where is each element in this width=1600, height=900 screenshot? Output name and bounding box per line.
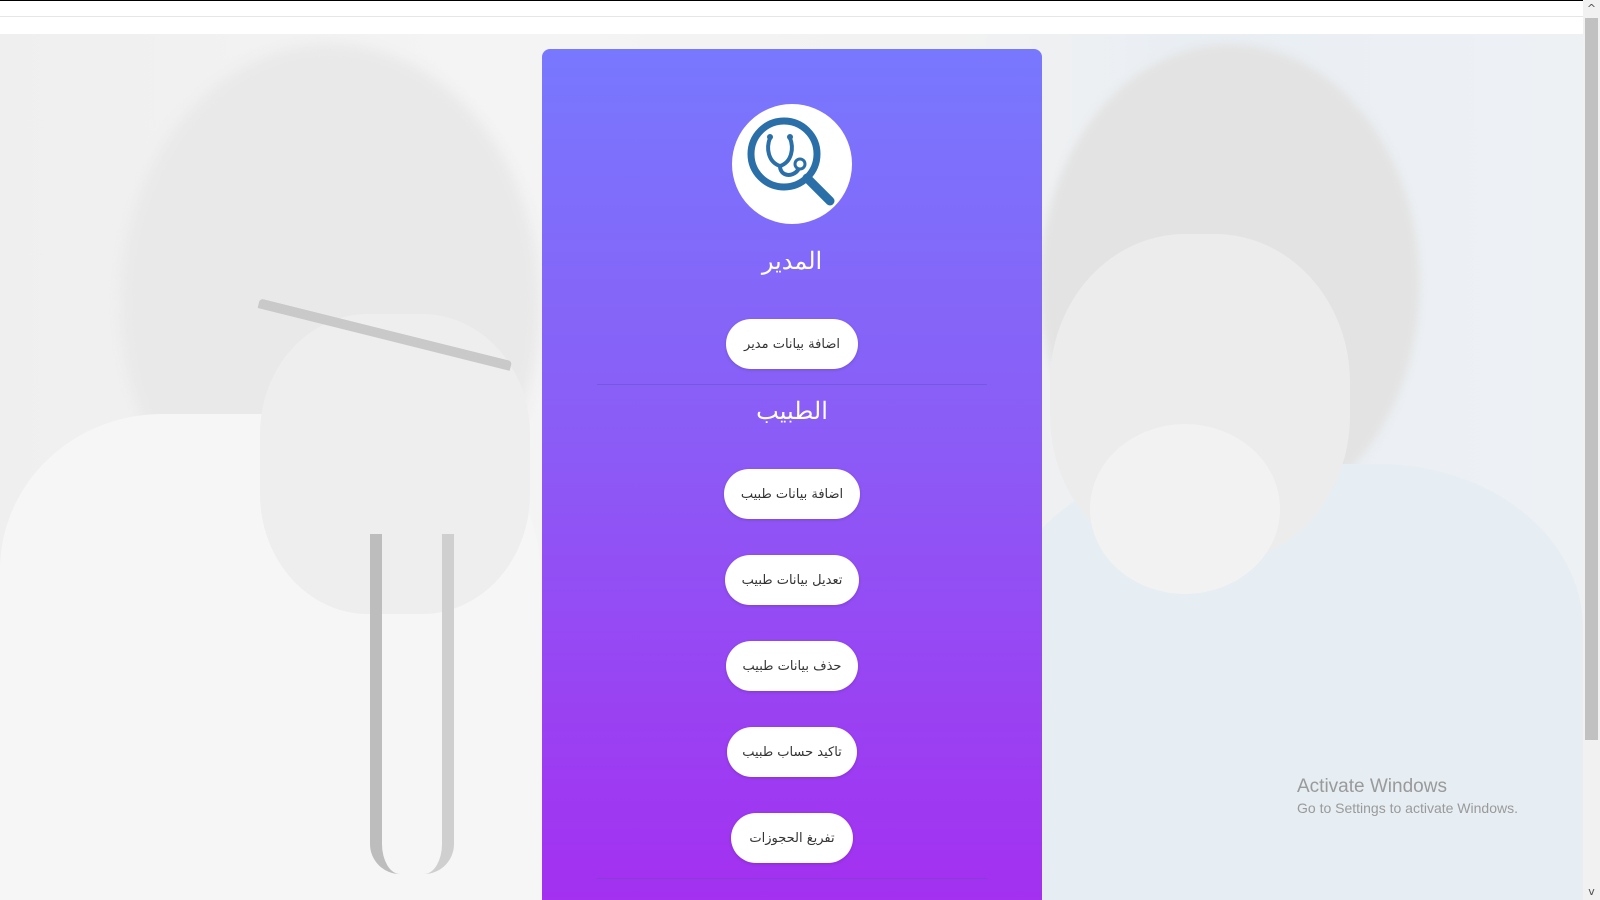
vertical-scrollbar[interactable]: ^ v	[1583, 0, 1600, 900]
activate-windows-watermark: Activate Windows Go to Settings to activ…	[1297, 776, 1518, 816]
stethoscope-magnifier-icon	[747, 117, 835, 206]
watermark-subtitle: Go to Settings to activate Windows.	[1297, 800, 1518, 816]
clear-bookings-button[interactable]: تفريغ الحجوزات	[731, 813, 853, 863]
dashboard-panel: المدير اضافة بيانات مدير الطبيب اضافة بي…	[542, 49, 1042, 900]
section-divider	[597, 878, 987, 879]
edit-doctor-button[interactable]: تعديل بيانات طبيب	[725, 555, 859, 605]
header-divider	[0, 16, 1583, 17]
logo	[732, 104, 852, 224]
patient-beard	[1090, 424, 1280, 594]
scroll-down-icon[interactable]: v	[1583, 883, 1600, 900]
add-doctor-button[interactable]: اضافة بيانات طبيب	[724, 469, 860, 519]
add-admin-button[interactable]: اضافة بيانات مدير	[726, 319, 858, 369]
scrollbar-thumb[interactable]	[1585, 18, 1598, 740]
top-border	[0, 0, 1583, 1]
page-viewport: المدير اضافة بيانات مدير الطبيب اضافة بي…	[0, 0, 1583, 900]
section-divider	[597, 384, 987, 385]
admin-section-title: المدير	[761, 247, 823, 275]
doctor-section-title: الطبيب	[756, 397, 828, 425]
delete-doctor-button[interactable]: حذف بيانات طبيب	[726, 641, 858, 691]
scroll-up-icon[interactable]: ^	[1583, 0, 1600, 17]
watermark-title: Activate Windows	[1297, 776, 1447, 797]
stethoscope-tube	[370, 534, 454, 874]
confirm-doctor-account-button[interactable]: تاكيد حساب طبيب	[727, 727, 857, 777]
